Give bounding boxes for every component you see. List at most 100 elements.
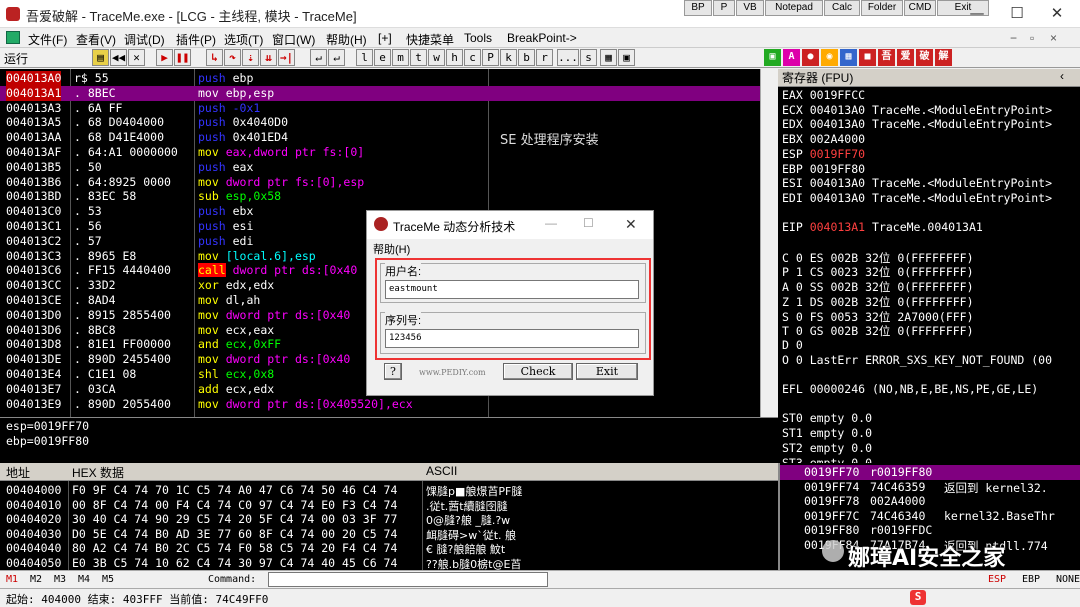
toolbar-letter-k[interactable]: k — [500, 49, 517, 66]
dump-pane[interactable]: 00404000 F0 9F C4 74 70 1C C5 74 A0 47 C6… — [0, 481, 778, 570]
mdi-close-icon[interactable]: × — [1050, 31, 1057, 45]
disasm-row[interactable]: 004013BD . 83EC 58 sub esp,0x58 — [0, 189, 760, 204]
register-line[interactable]: A 0 SS 002B 32位 0(FFFFFFFF) — [782, 279, 974, 295]
command-tab-M1[interactable]: M1 — [6, 574, 18, 585]
quick-button-notepad[interactable]: Notepad — [765, 0, 823, 16]
disasm-row[interactable]: 004013AF . 64:A1 0000000 mov eax,dword ptr… — [0, 145, 760, 160]
plugin-e-icon[interactable]: 破 — [916, 49, 933, 66]
serial-input[interactable]: 123456 — [385, 329, 639, 348]
register-line[interactable]: D 0 — [782, 338, 803, 352]
register-line[interactable]: ESP 0019FF70 — [782, 147, 865, 161]
command-input[interactable] — [268, 572, 548, 587]
register-line[interactable]: EAX 0019FFCC — [782, 88, 865, 102]
toolbar-letter-t[interactable]: t — [410, 49, 427, 66]
execute-till-return-icon[interactable]: →| — [278, 49, 295, 66]
restart-icon[interactable]: ◀◀ — [110, 49, 127, 66]
disasm-row[interactable]: 004013A0 r$ 55 push ebp — [0, 71, 760, 86]
menu-item-8[interactable]: 快捷菜单 — [406, 31, 454, 48]
chevron-left-icon[interactable]: ‹ — [1060, 69, 1064, 83]
register-line[interactable]: EBX 002A4000 — [782, 132, 865, 146]
dialog-maximize-icon[interactable]: ☐ — [583, 216, 594, 230]
toolbar-letter-...[interactable]: ... — [557, 49, 579, 66]
command-tab-M2[interactable]: M2 — [30, 574, 42, 585]
check-button[interactable]: Check — [503, 363, 573, 380]
register-line[interactable]: ST2 empty 0.0 — [782, 441, 872, 455]
dialog-menu-help[interactable]: 帮助(H) — [373, 241, 410, 257]
quick-button-p[interactable]: P — [713, 0, 735, 16]
disasm-row[interactable]: 004013A1 . 8BEC mov ebp,esp — [0, 85, 760, 101]
open-icon[interactable]: ▤ — [92, 49, 109, 66]
run-icon[interactable]: ▶ — [156, 49, 173, 66]
register-line[interactable]: Z 1 DS 002B 32位 0(FFFFFFFF) — [782, 294, 974, 310]
menu-item-1[interactable]: 查看(V) — [76, 31, 116, 48]
menu-item-3[interactable]: 插件(P) — [176, 31, 216, 48]
toolbar-grid-icon[interactable]: ▦ — [600, 49, 617, 66]
register-line[interactable]: O 0 LastErr ERROR_SXS_KEY_NOT_FOUND (00 — [782, 353, 1052, 367]
quick-button-bp[interactable]: BP — [684, 0, 712, 16]
menu-item-6[interactable]: 帮助(H) — [326, 31, 367, 48]
menu-item-0[interactable]: 文件(F) — [28, 31, 67, 48]
register-line[interactable]: EFL 00000246 (NO,NB,E,BE,NS,PE,GE,LE) — [782, 382, 1038, 396]
register-line[interactable]: ST1 empty 0.0 — [782, 426, 872, 440]
register-line[interactable]: EDX 004013A0 TraceMe.<ModuleEntryPoint> — [782, 117, 1052, 131]
dialog-minimize-icon[interactable]: — — [545, 216, 557, 230]
register-line[interactable]: ST3 empty 0.0 — [782, 456, 872, 464]
dump-hex[interactable]: E0 3B C5 74 10 62 C4 74 30 97 C4 74 40 4… — [72, 556, 397, 570]
quick-button-calc[interactable]: Calc — [824, 0, 860, 16]
exit-button[interactable]: Exit — [576, 363, 638, 380]
registers-header[interactable]: 寄存器 (FPU) ‹ — [778, 69, 1080, 87]
plugin-c-icon[interactable]: 吾 — [878, 49, 895, 66]
plugin-orange-icon[interactable]: ◉ — [821, 49, 838, 66]
disasm-row[interactable]: 004013B5 . 50 push eax — [0, 160, 760, 175]
register-line[interactable]: C 0 ES 002B 32位 0(FFFFFFFF) — [782, 250, 974, 266]
quick-button-cmd[interactable]: CMD — [904, 0, 936, 16]
register-line[interactable]: P 1 CS 0023 32位 0(FFFFFFFF) — [782, 264, 974, 280]
register-line[interactable]: EDI 004013A0 TraceMe.<ModuleEntryPoint> — [782, 191, 1052, 205]
register-line[interactable]: T 0 GS 002B 32位 0(FFFFFFFF) — [782, 323, 974, 339]
quick-button-folder[interactable]: Folder — [861, 0, 903, 16]
username-input[interactable]: eastmount — [385, 280, 639, 299]
toolbar-letter-l[interactable]: l — [356, 49, 373, 66]
toolbar-letter-h[interactable]: h — [446, 49, 463, 66]
close-button[interactable]: ✕ — [1037, 2, 1077, 24]
register-line[interactable]: S 0 FS 0053 32位 2A7000(FFF) — [782, 309, 974, 325]
plugin-f-icon[interactable]: 解 — [935, 49, 952, 66]
menu-item-9[interactable]: Tools — [464, 31, 492, 45]
dump-hex[interactable]: 30 40 C4 74 90 29 C5 74 20 5F C4 74 00 0… — [72, 512, 397, 526]
dump-hex[interactable]: 00 8F C4 74 00 F4 C4 74 C0 97 C4 74 E0 F… — [72, 498, 397, 512]
command-tab-M3[interactable]: M3 — [54, 574, 66, 585]
toolbar-letter-w[interactable]: w — [428, 49, 445, 66]
toolbar-letter-s[interactable]: s — [580, 49, 597, 66]
register-line[interactable]: EBP 0019FF80 — [782, 162, 865, 176]
toolbar-letter-e[interactable]: e — [374, 49, 391, 66]
menu-item-5[interactable]: 窗口(W) — [272, 31, 315, 48]
minimize-button[interactable]: — — [957, 2, 997, 24]
step-into-icon[interactable]: ↳ — [206, 49, 223, 66]
menu-item-10[interactable]: BreakPoint-> — [507, 31, 577, 45]
command-reg-none[interactable]: NONE — [1056, 574, 1080, 585]
trace-over-icon[interactable]: ⇊ — [260, 49, 277, 66]
plugin-d-icon[interactable]: 爱 — [897, 49, 914, 66]
pause-icon[interactable]: ❚❚ — [174, 49, 191, 66]
goto-icon[interactable]: ↵ — [310, 49, 327, 66]
command-tab-M4[interactable]: M4 — [78, 574, 90, 585]
register-line[interactable]: ECX 004013A0 TraceMe.<ModuleEntryPoint> — [782, 103, 1052, 117]
dump-hex[interactable]: 80 A2 C4 74 B0 2C C5 74 F0 58 C5 74 20 F… — [72, 541, 397, 555]
menu-item-7[interactable]: [+] — [378, 31, 392, 45]
disasm-row[interactable]: 004013A5 . 68 D0404000 push 0x4040D0 — [0, 115, 760, 130]
plugin-blue-icon[interactable]: ▦ — [840, 49, 857, 66]
register-line[interactable]: ST0 empty 0.0 — [782, 411, 872, 425]
disasm-row[interactable]: 004013A3 . 6A FF push -0x1 — [0, 101, 760, 116]
toolbar-letter-P[interactable]: P — [482, 49, 499, 66]
toolbar-layout-icon[interactable]: ▣ — [618, 49, 635, 66]
trace-into-icon[interactable]: ⇣ — [242, 49, 259, 66]
goto-alt-icon[interactable]: ↵ — [328, 49, 345, 66]
registers-pane[interactable]: EAX 0019FFCC ECX 004013A0 TraceMe.<Module… — [778, 87, 1080, 463]
toolbar-letter-m[interactable]: m — [392, 49, 409, 66]
command-reg-ebp[interactable]: EBP — [1022, 574, 1040, 585]
maximize-button[interactable]: ☐ — [997, 2, 1037, 24]
plugin-green-icon[interactable]: ▣ — [764, 49, 781, 66]
step-over-icon[interactable]: ↷ — [224, 49, 241, 66]
close-process-icon[interactable]: ✕ — [128, 49, 145, 66]
quick-button-vb[interactable]: VB — [736, 0, 764, 16]
